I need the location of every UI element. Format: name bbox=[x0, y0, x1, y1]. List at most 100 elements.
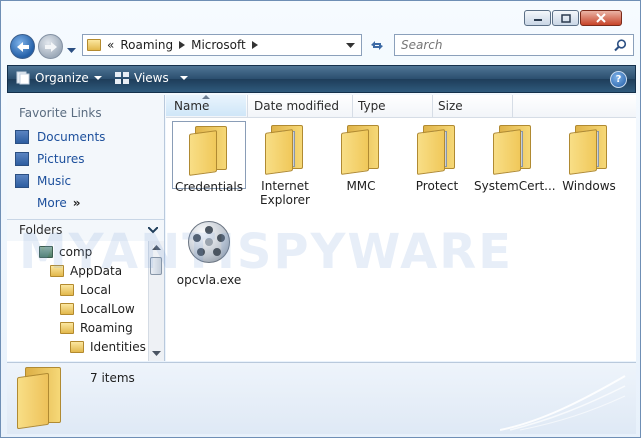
column-separator[interactable] bbox=[432, 95, 433, 117]
organize-label: Organize bbox=[35, 71, 89, 85]
close-button[interactable] bbox=[580, 10, 622, 26]
music-icon bbox=[15, 174, 29, 188]
folder-icon bbox=[265, 125, 305, 175]
column-separator[interactable] bbox=[247, 95, 248, 117]
folder-item-credentials[interactable]: Credentials bbox=[172, 121, 246, 194]
folder-icon bbox=[341, 125, 381, 175]
folder-icon bbox=[87, 39, 101, 51]
breadcrumb: « Roaming Microsoft bbox=[87, 38, 258, 52]
organize-icon bbox=[16, 71, 30, 85]
help-icon: ? bbox=[615, 74, 622, 85]
favorite-link-music[interactable]: Music bbox=[15, 174, 71, 188]
tree-item-label: comp bbox=[59, 245, 93, 259]
item-label: opcvla.exe bbox=[176, 273, 242, 287]
favorite-link-pictures[interactable]: Pictures bbox=[15, 152, 85, 166]
favorite-links-title: Favorite Links bbox=[19, 106, 102, 120]
sort-arrow-icon bbox=[202, 95, 210, 99]
tree-item-locallow[interactable]: LocalLow bbox=[60, 302, 135, 316]
file-item-opcvla-exe[interactable]: opcvla.exe bbox=[170, 221, 248, 287]
folder-tree: comp AppData Local LocalLow Roaming Iden… bbox=[7, 241, 148, 361]
address-dropdown-icon[interactable] bbox=[346, 43, 355, 49]
decorative-swoosh bbox=[500, 375, 626, 431]
more-label: More bbox=[37, 196, 67, 210]
chevron-down-icon bbox=[93, 75, 102, 80]
search-icon[interactable] bbox=[614, 39, 627, 52]
double-chevron-right-icon: » bbox=[72, 196, 81, 210]
organize-button[interactable]: Organize bbox=[16, 71, 102, 85]
breadcrumb-roaming[interactable]: Roaming bbox=[120, 38, 173, 52]
scroll-up-icon[interactable] bbox=[152, 245, 161, 251]
file-list: Name Date modified Type Size Credentials… bbox=[166, 95, 636, 361]
back-button[interactable] bbox=[10, 34, 35, 59]
column-separator[interactable] bbox=[352, 95, 353, 117]
breadcrumb-microsoft[interactable]: Microsoft bbox=[191, 38, 246, 52]
recent-pages-dropdown[interactable] bbox=[67, 43, 76, 57]
folder-icon bbox=[189, 126, 229, 176]
tree-item-comp[interactable]: comp bbox=[39, 245, 92, 259]
window-controls bbox=[523, 10, 622, 26]
breadcrumb-arrow-icon[interactable] bbox=[179, 41, 186, 49]
folder-icon bbox=[417, 125, 457, 175]
tree-item-label: LocalLow bbox=[80, 302, 135, 316]
column-header-name[interactable]: Name bbox=[166, 95, 246, 116]
column-label: Type bbox=[358, 99, 386, 113]
help-button[interactable]: ? bbox=[610, 71, 627, 88]
item-label: Protect bbox=[415, 179, 459, 193]
folder-icon bbox=[17, 367, 63, 430]
tree-item-label: AppData bbox=[70, 264, 123, 278]
user-folder-icon bbox=[39, 246, 53, 258]
chevron-down-icon bbox=[179, 75, 188, 80]
tree-item-label: Identities bbox=[90, 340, 146, 354]
folder-item-windows[interactable]: Windows bbox=[550, 125, 628, 193]
tree-scrollbar[interactable] bbox=[148, 241, 164, 361]
breadcrumb-overflow[interactable]: « bbox=[107, 38, 114, 52]
folders-bar[interactable]: Folders bbox=[7, 219, 164, 243]
search-input[interactable] bbox=[399, 37, 608, 53]
item-count: 7 items bbox=[90, 371, 135, 385]
item-label: MMC bbox=[346, 179, 376, 193]
refresh-button[interactable] bbox=[364, 34, 390, 56]
folder-icon bbox=[70, 341, 84, 353]
explorer-window: « Roaming Microsoft Organize Views bbox=[0, 0, 641, 438]
column-header-type[interactable]: Type bbox=[358, 99, 386, 113]
address-bar[interactable]: « Roaming Microsoft bbox=[82, 34, 362, 56]
scroll-thumb[interactable] bbox=[150, 257, 162, 275]
column-header-size[interactable]: Size bbox=[438, 99, 463, 113]
tree-item-label: Local bbox=[80, 283, 112, 297]
column-header-date-modified[interactable]: Date modified bbox=[254, 99, 339, 113]
chevron-down-icon bbox=[67, 48, 76, 53]
views-icon bbox=[115, 72, 129, 84]
column-label: Name bbox=[174, 99, 210, 113]
scroll-down-icon[interactable] bbox=[152, 351, 161, 357]
pictures-icon bbox=[15, 152, 29, 166]
column-label: Date modified bbox=[254, 99, 340, 113]
close-icon bbox=[596, 13, 606, 23]
executable-icon bbox=[188, 221, 230, 263]
item-label: SystemCert... bbox=[474, 179, 556, 193]
chevron-down-icon bbox=[148, 227, 158, 234]
folder-icon bbox=[493, 125, 533, 175]
tree-item-identities[interactable]: Identities bbox=[70, 340, 146, 354]
favorite-link-documents[interactable]: Documents bbox=[15, 130, 105, 144]
tree-item-appdata[interactable]: AppData bbox=[50, 264, 122, 278]
folder-item-protect[interactable]: Protect bbox=[398, 125, 476, 193]
folder-item-systemcertificates[interactable]: SystemCert... bbox=[474, 125, 556, 193]
maximize-button[interactable] bbox=[552, 10, 579, 26]
column-separator[interactable] bbox=[512, 95, 513, 117]
folder-icon bbox=[60, 322, 74, 334]
item-label: Windows bbox=[562, 179, 616, 193]
documents-icon bbox=[15, 130, 29, 144]
breadcrumb-arrow-icon[interactable] bbox=[251, 41, 258, 49]
more-links-button[interactable]: More » bbox=[37, 196, 81, 210]
command-toolbar: Organize Views ? bbox=[7, 65, 636, 93]
navigation-pane: Favorite Links Documents Pictures Music … bbox=[7, 95, 165, 361]
forward-arrow-icon bbox=[44, 41, 57, 52]
tree-item-roaming[interactable]: Roaming bbox=[60, 321, 133, 335]
item-label: Internet Explorer bbox=[260, 179, 310, 207]
folder-item-internet-explorer[interactable]: Internet Explorer bbox=[246, 125, 324, 207]
forward-button[interactable] bbox=[38, 34, 63, 59]
folder-item-mmc[interactable]: MMC bbox=[322, 125, 400, 193]
minimize-button[interactable] bbox=[524, 10, 551, 26]
tree-item-local[interactable]: Local bbox=[60, 283, 111, 297]
views-button[interactable]: Views bbox=[115, 71, 188, 85]
